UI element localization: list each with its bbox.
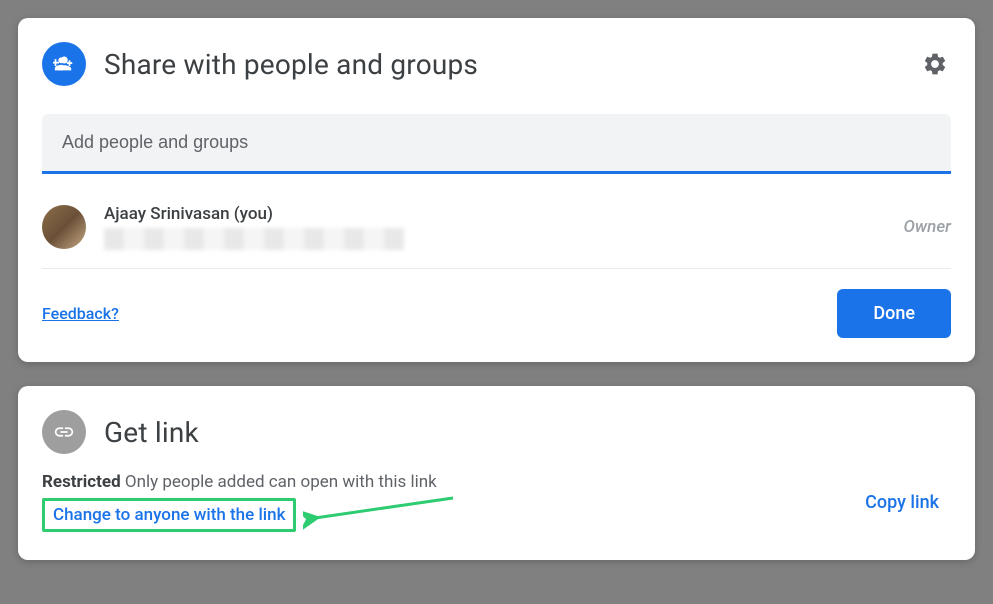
change-link[interactable]: Change to anyone with the link — [53, 505, 285, 525]
share-dialog: Share with people and groups Ajaay Srini… — [18, 18, 975, 362]
restricted-label: Restricted — [42, 472, 121, 492]
getlink-body: Restricted Only people added can open wi… — [42, 472, 951, 532]
restricted-desc: Only people added can open with this lin… — [121, 472, 437, 492]
people-input-wrap[interactable] — [42, 114, 951, 174]
person-add-icon — [42, 42, 86, 86]
restricted-line: Restricted Only people added can open wi… — [42, 472, 845, 492]
change-link-highlight: Change to anyone with the link — [42, 498, 296, 532]
share-footer: Feedback? Done — [42, 289, 951, 338]
copy-link-button[interactable]: Copy link — [865, 492, 951, 513]
done-button[interactable]: Done — [837, 289, 951, 338]
link-icon — [42, 410, 86, 454]
person-email-redacted — [104, 228, 404, 250]
people-input[interactable] — [62, 132, 931, 153]
share-header: Share with people and groups — [42, 42, 951, 86]
person-row: Ajaay Srinivasan (you) Owner — [42, 198, 951, 269]
avatar — [42, 205, 86, 249]
person-role: Owner — [904, 217, 951, 237]
getlink-title: Get link — [104, 416, 951, 449]
person-name: Ajaay Srinivasan (you) — [104, 204, 886, 224]
person-info: Ajaay Srinivasan (you) — [104, 204, 886, 250]
getlink-header: Get link — [42, 410, 951, 454]
link-info: Restricted Only people added can open wi… — [42, 472, 845, 532]
share-title: Share with people and groups — [104, 48, 901, 81]
annotation-arrow-icon — [303, 490, 463, 540]
gear-icon — [922, 51, 948, 77]
getlink-dialog: Get link Restricted Only people added ca… — [18, 386, 975, 560]
settings-button[interactable] — [919, 48, 951, 80]
feedback-link[interactable]: Feedback? — [42, 304, 119, 323]
